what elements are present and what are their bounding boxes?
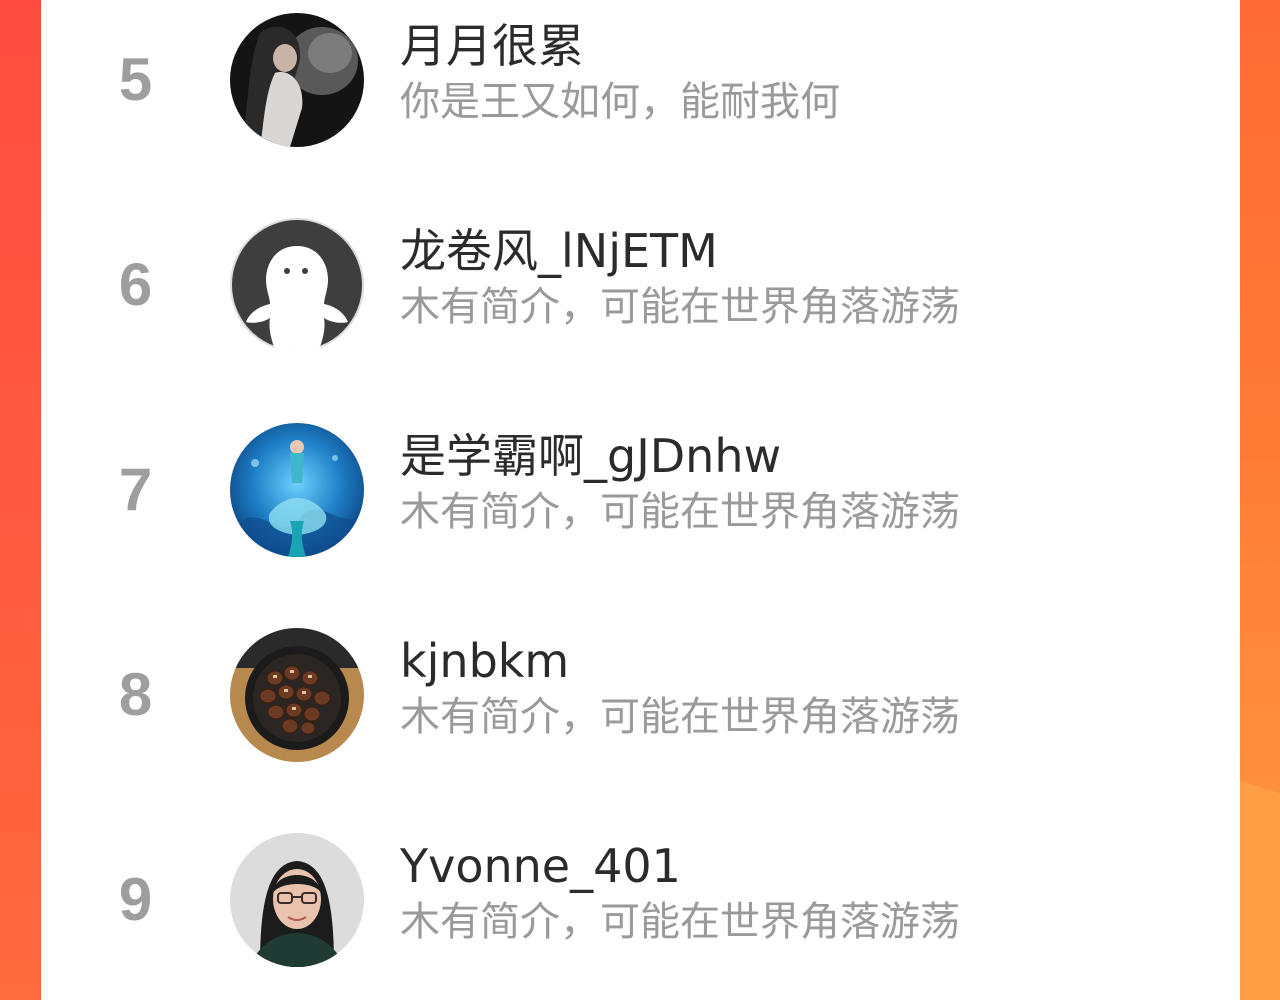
rank-number: 6 xyxy=(118,251,153,318)
left-accent-border xyxy=(0,0,41,1000)
list-item[interactable]: 5 月月很累 你是王又如何，能耐我何 xyxy=(41,0,1240,160)
rank-number: 9 xyxy=(118,866,153,933)
user-bio: 木有简介，可能在世界角落游荡 xyxy=(400,694,960,740)
user-name[interactable]: Yvonne_401 xyxy=(400,834,681,898)
user-bio: 木有简介，可能在世界角落游荡 xyxy=(400,284,960,330)
user-name[interactable]: 月月很累 xyxy=(400,14,584,78)
list-item[interactable]: 8 kjnbkm 木有简介，可能在世界角落游荡 xyxy=(41,615,1240,775)
user-bio: 木有简介，可能在世界角落游荡 xyxy=(400,899,960,945)
user-name[interactable]: 是学霸啊_gJDnhw xyxy=(400,424,781,488)
mermaid-blue-photo-avatar-icon[interactable] xyxy=(230,423,364,557)
ranking-list: 5 月月很累 你是王又如何，能耐我何 6 龙卷风_lNjETM 木有简介，可能在… xyxy=(41,0,1240,1000)
woman-glasses-photo-avatar-icon[interactable] xyxy=(230,833,364,967)
user-name[interactable]: 龙卷风_lNjETM xyxy=(400,219,718,283)
user-bio: 你是王又如何，能耐我何 xyxy=(400,79,840,125)
list-item[interactable]: 6 龙卷风_lNjETM 木有简介，可能在世界角落游荡 xyxy=(41,205,1240,365)
roasted-chestnuts-photo-avatar-icon[interactable] xyxy=(230,628,364,762)
rank-number: 8 xyxy=(118,661,153,728)
user-name[interactable]: kjnbkm xyxy=(400,629,569,693)
default-ghost-avatar-icon[interactable] xyxy=(230,218,364,352)
rank-number: 7 xyxy=(118,456,153,523)
rank-number: 5 xyxy=(118,46,153,113)
user-bio: 木有简介，可能在世界角落游荡 xyxy=(400,489,960,535)
woman-dark-photo-avatar-icon[interactable] xyxy=(230,13,364,147)
list-item[interactable]: 7 是学霸啊_gJDnhw 木有简介，可能在世界角落游荡 xyxy=(41,410,1240,570)
right-accent-border xyxy=(1240,0,1280,1000)
list-item[interactable]: 9 Yvonne_401 木有简介，可能在世界角落游荡 xyxy=(41,820,1240,980)
